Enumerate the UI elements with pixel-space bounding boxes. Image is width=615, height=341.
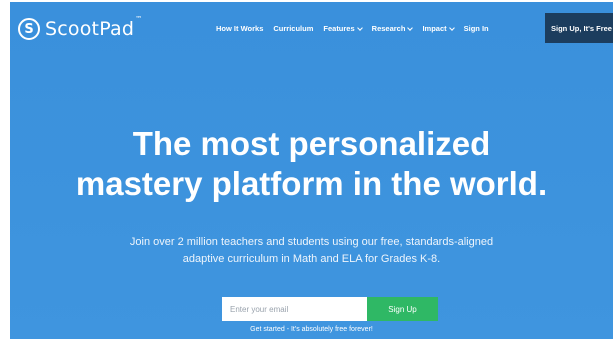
signup-tagline: Get started - It's absolutely free forev… <box>250 326 373 333</box>
chevron-down-icon <box>407 24 414 31</box>
chevron-down-icon <box>356 24 363 31</box>
nav-label: Features <box>323 24 355 33</box>
hero-section: S ScootPad™ How It Works Curriculum Feat… <box>10 2 613 339</box>
headline-line-1: The most personalized <box>132 125 491 162</box>
chevron-down-icon <box>448 24 455 31</box>
brand-name: ScootPad™ <box>45 15 143 40</box>
nav-item-research[interactable]: Research <box>371 24 414 33</box>
nav-label: How It Works <box>216 24 264 33</box>
nav-label: Impact <box>422 24 447 33</box>
page-frame: S ScootPad™ How It Works Curriculum Feat… <box>0 0 615 341</box>
headline-line-2: mastery platform in the world. <box>75 165 548 202</box>
nav-item-curriculum[interactable]: Curriculum <box>273 24 313 33</box>
nav-label: Sign In <box>463 24 489 33</box>
nav-item-sign-in[interactable]: Sign In <box>464 24 489 33</box>
nav-signup-button[interactable]: Sign Up, It's Free <box>545 13 613 43</box>
subtext-line-1: Join over 2 million teachers and student… <box>129 236 494 248</box>
nav-item-how-it-works[interactable]: How It Works <box>216 24 263 33</box>
nav-label: Research <box>371 24 406 33</box>
scootpad-logo-icon: S <box>18 18 40 40</box>
main-nav: How It Works Curriculum Features Researc… <box>216 24 499 33</box>
hero-subtext: Join over 2 million teachers and student… <box>10 234 613 268</box>
email-input[interactable] <box>222 297 367 321</box>
nav-item-features[interactable]: Features <box>323 24 363 33</box>
brand-logo[interactable]: S ScootPad™ <box>18 15 143 40</box>
nav-item-impact[interactable]: Impact <box>422 24 455 33</box>
hero-headline: The most personalized mastery platform i… <box>10 124 613 204</box>
trademark-symbol: ™ <box>135 15 143 23</box>
nav-label: Curriculum <box>273 24 314 33</box>
signup-submit-button[interactable]: Sign Up <box>367 297 438 321</box>
subtext-line-2: adaptive curriculum in Math and ELA for … <box>182 253 441 265</box>
